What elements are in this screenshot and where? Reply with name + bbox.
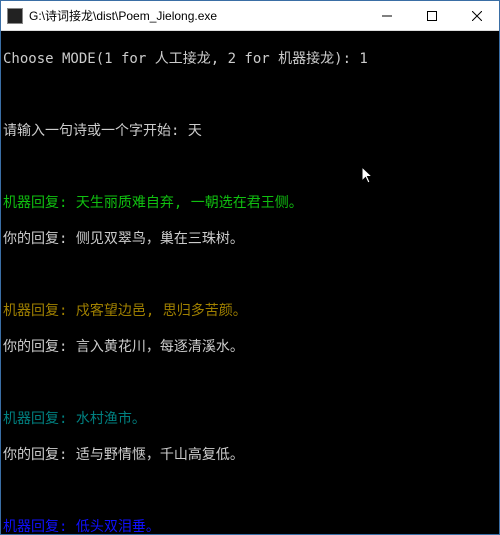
user-reply: 你的回复: 言入黄花川，每逐清溪水。 — [3, 338, 497, 356]
console-line: 请输入一句诗或一个字开始: 天 — [3, 122, 497, 140]
close-button[interactable] — [454, 1, 499, 30]
maximize-button[interactable] — [409, 1, 454, 30]
console-line — [3, 86, 497, 104]
titlebar[interactable]: G:\诗词接龙\dist\Poem_Jielong.exe — [1, 1, 499, 31]
machine-reply: 机器回复: 低头双泪垂。 — [3, 518, 497, 534]
machine-reply: 机器回复: 戍客望边邑, 思归多苦颜。 — [3, 302, 497, 320]
console-line — [3, 158, 497, 176]
console-line — [3, 266, 497, 284]
console-line — [3, 482, 497, 500]
window-title: G:\诗词接龙\dist\Poem_Jielong.exe — [29, 7, 364, 24]
machine-reply: 机器回复: 水村渔市。 — [3, 410, 497, 428]
machine-reply: 机器回复: 天生丽质难自弃, 一朝选在君王侧。 — [3, 194, 497, 212]
user-reply: 你的回复: 适与野情惬，千山高复低。 — [3, 446, 497, 464]
app-window: G:\诗词接龙\dist\Poem_Jielong.exe Choose MOD… — [0, 0, 500, 535]
console-output[interactable]: Choose MODE(1 for 人工接龙, 2 for 机器接龙): 1 请… — [1, 31, 499, 534]
user-reply: 你的回复: 侧见双翠鸟，巢在三珠树。 — [3, 230, 497, 248]
window-controls — [364, 1, 499, 30]
app-icon — [7, 8, 23, 24]
console-line — [3, 374, 497, 392]
minimize-button[interactable] — [364, 1, 409, 30]
console-line: Choose MODE(1 for 人工接龙, 2 for 机器接龙): 1 — [3, 50, 497, 68]
